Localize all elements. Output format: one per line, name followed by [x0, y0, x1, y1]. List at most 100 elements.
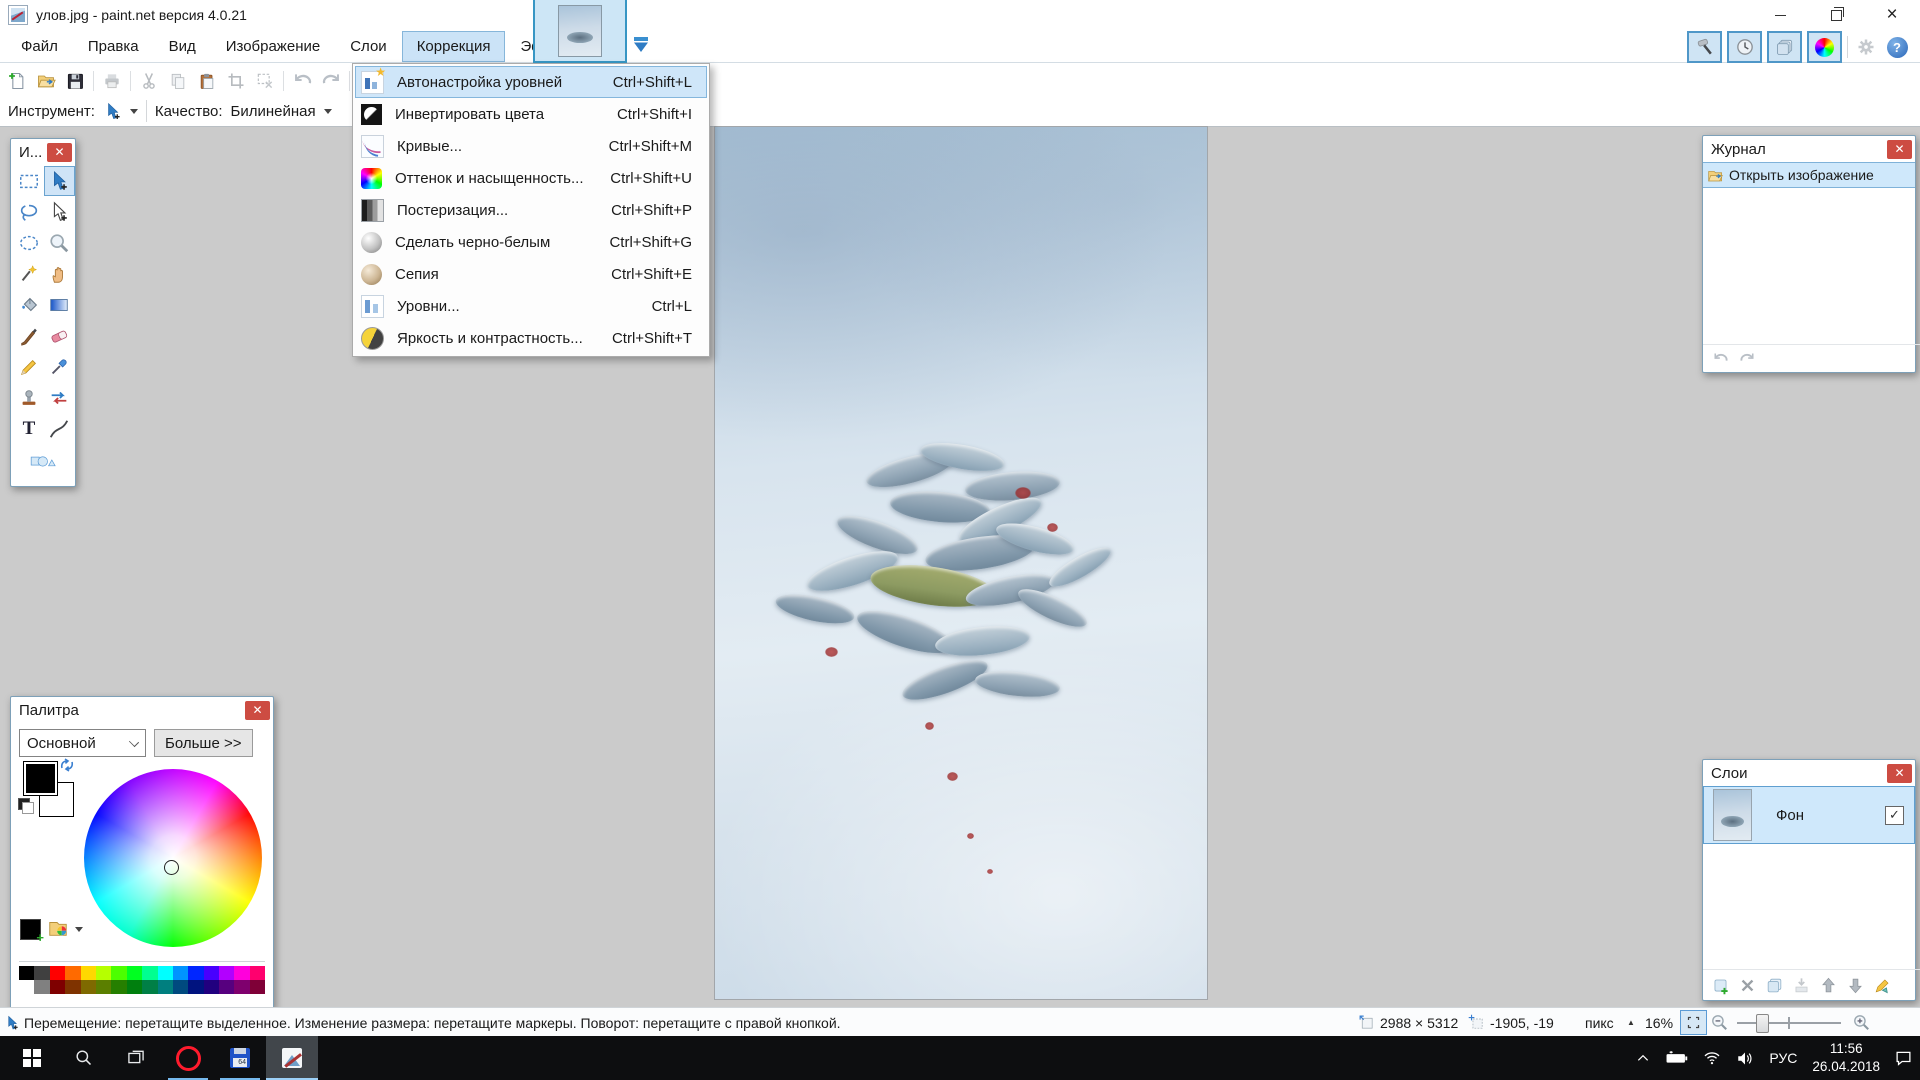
tool-paintbrush[interactable]: [14, 321, 45, 351]
tool-eraser[interactable]: [44, 321, 75, 351]
zoom-slider-thumb[interactable]: [1756, 1014, 1769, 1033]
color-swatch[interactable]: [142, 980, 157, 994]
minimize-button[interactable]: [1752, 0, 1808, 30]
menu-item[interactable]: Файл: [6, 31, 73, 62]
menu-item[interactable]: Коррекция: [402, 31, 506, 62]
tool-paint-bucket[interactable]: [14, 290, 45, 320]
color-swatch[interactable]: [81, 966, 96, 980]
quality-dropdown-caret[interactable]: [324, 109, 332, 114]
adjustments-menu-item[interactable]: Инвертировать цвета Ctrl+Shift+I: [355, 98, 707, 130]
tool-lasso-select[interactable]: [14, 197, 45, 227]
cut-button[interactable]: [138, 70, 160, 92]
save-button[interactable]: [64, 70, 86, 92]
color-swatch[interactable]: [158, 980, 173, 994]
tool-line-curve[interactable]: [44, 414, 75, 444]
color-swatch[interactable]: [204, 966, 219, 980]
history-redo-icon[interactable]: [1738, 350, 1757, 367]
tool-move-selection[interactable]: [44, 197, 75, 227]
color-swatch[interactable]: [34, 980, 49, 994]
add-color-button[interactable]: [20, 919, 41, 940]
adjustments-menu-item[interactable]: Уровни... Ctrl+L: [355, 290, 707, 322]
palette-file-icon[interactable]: [47, 917, 69, 939]
taskbar-search-button[interactable]: [58, 1036, 110, 1080]
zoom-out-button[interactable]: [1710, 1008, 1729, 1037]
color-swatch[interactable]: [50, 966, 65, 980]
history-panel-close-button[interactable]: ✕: [1887, 140, 1912, 159]
taskbar-opera-button[interactable]: [162, 1036, 214, 1080]
color-swatch[interactable]: [50, 980, 65, 994]
color-swatch[interactable]: [127, 966, 142, 980]
add-layer-button[interactable]: [1709, 974, 1731, 996]
palette-panel-close-button[interactable]: ✕: [245, 701, 270, 720]
menu-item[interactable]: Правка: [73, 31, 154, 62]
color-swatch[interactable]: [111, 966, 126, 980]
action-center-icon[interactable]: [1895, 1050, 1912, 1066]
tools-window-toggle[interactable]: [1687, 31, 1722, 63]
color-swatch[interactable]: [250, 980, 265, 994]
merge-down-button[interactable]: [1790, 974, 1812, 996]
primary-color-swatch[interactable]: [23, 761, 58, 796]
zoom-level-value[interactable]: 16%: [1645, 1008, 1673, 1037]
adjustments-menu-item[interactable]: Сепия Ctrl+Shift+E: [355, 258, 707, 290]
menu-item[interactable]: Вид: [154, 31, 211, 62]
copy-button[interactable]: [167, 70, 189, 92]
new-file-button[interactable]: [6, 70, 28, 92]
task-view-button[interactable]: [110, 1036, 162, 1080]
move-layer-down-button[interactable]: [1844, 974, 1866, 996]
redo-button[interactable]: [320, 70, 342, 92]
current-tool-icon[interactable]: [103, 102, 122, 121]
layer-visibility-checkbox[interactable]: ✓: [1885, 806, 1904, 825]
unit-value[interactable]: пикс: [1585, 1008, 1614, 1037]
color-swatch[interactable]: [81, 980, 96, 994]
paste-button[interactable]: [196, 70, 218, 92]
duplicate-layer-button[interactable]: [1763, 974, 1785, 996]
crop-button[interactable]: [225, 70, 247, 92]
restore-button[interactable]: [1808, 0, 1864, 30]
palette-file-caret[interactable]: [75, 927, 83, 932]
fit-window-button[interactable]: [1680, 1008, 1707, 1037]
color-swatch[interactable]: [188, 966, 203, 980]
adjustments-menu-item[interactable]: Автонастройка уровней Ctrl+Shift+L: [355, 66, 707, 98]
wifi-icon[interactable]: [1703, 1051, 1721, 1065]
settings-button[interactable]: [1853, 34, 1879, 60]
tool-pan[interactable]: [44, 259, 75, 289]
battery-icon[interactable]: [1665, 1051, 1688, 1065]
tool-recolor[interactable]: [44, 383, 75, 413]
history-window-toggle[interactable]: [1727, 31, 1762, 63]
color-swatch[interactable]: [65, 966, 80, 980]
color-swatch[interactable]: [250, 966, 265, 980]
color-wheel-selector[interactable]: [164, 860, 179, 875]
language-indicator[interactable]: РУС: [1769, 1050, 1797, 1066]
history-item[interactable]: Открыть изображение: [1703, 162, 1915, 188]
color-swatch[interactable]: [234, 980, 249, 994]
clock[interactable]: 11:56 26.04.2018: [1812, 1040, 1880, 1075]
tools-panel-close-button[interactable]: ✕: [47, 143, 72, 162]
history-undo-icon[interactable]: [1711, 350, 1730, 367]
taskbar-paintnet-button[interactable]: [266, 1036, 318, 1080]
adjustments-menu-item[interactable]: Яркость и контрастность... Ctrl+Shift+T: [355, 322, 707, 354]
colors-window-toggle[interactable]: [1807, 31, 1842, 63]
adjustments-menu-item[interactable]: Постеризация... Ctrl+Shift+P: [355, 194, 707, 226]
adjustments-menu-item[interactable]: Оттенок и насыщенность... Ctrl+Shift+U: [355, 162, 707, 194]
adjustments-menu-item[interactable]: Сделать черно-белым Ctrl+Shift+G: [355, 226, 707, 258]
layers-panel-close-button[interactable]: ✕: [1887, 764, 1912, 783]
color-swatch[interactable]: [96, 980, 111, 994]
color-swatch[interactable]: [219, 966, 234, 980]
layer-properties-button[interactable]: [1871, 974, 1893, 996]
layer-row[interactable]: Фон ✓: [1703, 786, 1915, 844]
tool-pencil[interactable]: [14, 352, 45, 382]
reset-colors-icon[interactable]: [18, 798, 34, 814]
deselect-button[interactable]: [254, 70, 276, 92]
help-button[interactable]: ?: [1884, 34, 1910, 60]
menu-item[interactable]: Слои: [335, 31, 401, 62]
color-swatch[interactable]: [19, 980, 34, 994]
tool-clone-stamp[interactable]: [14, 383, 45, 413]
color-swatch[interactable]: [34, 966, 49, 980]
undo-button[interactable]: [291, 70, 313, 92]
tool-gradient[interactable]: [44, 290, 75, 320]
palette-mode-select[interactable]: Основной: [19, 729, 146, 757]
tool-dropdown-caret[interactable]: [130, 109, 138, 114]
image-list-arrow[interactable]: [630, 36, 652, 54]
quality-value[interactable]: Билинейная: [231, 103, 316, 120]
print-button[interactable]: [101, 70, 123, 92]
